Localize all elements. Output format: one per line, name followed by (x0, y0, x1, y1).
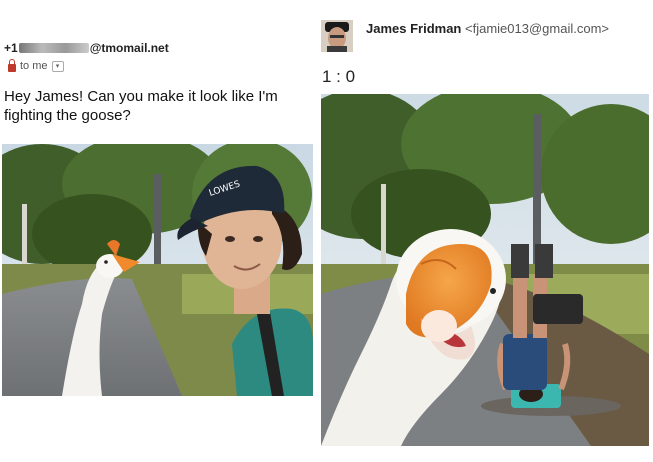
reply-sender-email: <fjamie013@gmail.com> (465, 21, 609, 36)
recipient-line[interactable]: to me ▾ (8, 58, 64, 72)
sender-address: +1 @tmomail.net (4, 41, 169, 55)
recipient-label: to me (20, 60, 48, 72)
avatar-image (321, 20, 353, 52)
sender-prefix: +1 (4, 41, 18, 55)
reply-header: James Fridman <fjamie013@gmail.com> (366, 21, 609, 36)
goose-fight-image (321, 94, 649, 446)
reply-sender-name: James Fridman (366, 21, 462, 36)
email-panel: +1 @tmomail.net to me ▾ Hey James! Can y… (0, 0, 315, 462)
avatar[interactable] (321, 20, 353, 52)
lock-icon (8, 58, 16, 72)
selfie-with-goose-image: LOWES (2, 144, 313, 396)
sender-suffix: @tmomail.net (89, 41, 169, 55)
chevron-down-icon[interactable]: ▾ (51, 60, 64, 72)
edited-photo (321, 94, 649, 446)
redacted-phone (18, 43, 89, 53)
reply-message: 1 : 0 (322, 67, 356, 86)
message-body: Hey James! Can you make it look like I'm… (4, 88, 278, 124)
page: +1 @tmomail.net to me ▾ Hey James! Can y… (0, 0, 653, 462)
original-photo: LOWES (2, 144, 313, 396)
